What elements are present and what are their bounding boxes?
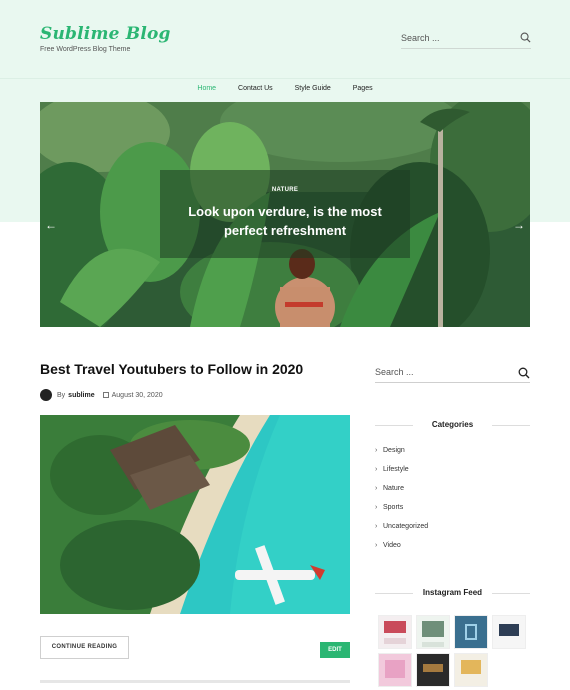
category-label[interactable]: Nature <box>383 485 404 492</box>
site-tagline: Free WordPress Blog Theme <box>40 46 131 53</box>
calendar-icon <box>102 392 109 398</box>
instagram-thumb[interactable] <box>378 615 412 649</box>
slide-title[interactable]: Look upon verdure, is the most perfect r… <box>172 202 398 240</box>
instagram-thumb[interactable] <box>378 653 412 687</box>
category-label[interactable]: Video <box>383 542 401 549</box>
instagram-thumb[interactable] <box>492 615 526 649</box>
featured-slider[interactable]: NATURE Look upon verdure, is the most pe… <box>40 102 530 327</box>
instagram-thumb[interactable] <box>416 615 450 649</box>
header-search <box>401 28 531 49</box>
nav-item-pages[interactable]: Pages <box>353 85 373 92</box>
category-item[interactable]: › Uncategorized <box>375 522 428 541</box>
chevron-right-icon: › <box>375 447 378 454</box>
post-divider <box>40 680 350 683</box>
category-label[interactable]: Uncategorized <box>383 523 428 530</box>
post-title[interactable]: Best Travel Youtubers to Follow in 2020 <box>40 361 340 377</box>
category-item[interactable]: › Lifestyle <box>375 465 428 484</box>
nav-item-style-guide[interactable]: Style Guide <box>295 85 331 92</box>
post-author[interactable]: sublime <box>68 392 94 399</box>
post-featured-image[interactable] <box>40 415 350 614</box>
site-title[interactable]: Sublime Blog <box>40 24 171 44</box>
category-item[interactable]: › Video <box>375 541 428 560</box>
instagram-thumb[interactable] <box>416 653 450 687</box>
nav-divider <box>0 78 570 79</box>
instagram-thumb[interactable] <box>454 653 488 687</box>
chevron-right-icon: › <box>375 523 378 530</box>
nav-item-contact-us[interactable]: Contact Us <box>238 85 273 92</box>
chevron-right-icon: › <box>375 466 378 473</box>
post-by-label: By <box>57 391 66 399</box>
post-meta: By sublime August 30, 2020 <box>40 389 163 401</box>
category-item[interactable]: › Sports <box>375 503 428 522</box>
edit-button[interactable]: EDIT <box>320 642 350 658</box>
instagram-thumb[interactable] <box>454 615 488 649</box>
chevron-right-icon: › <box>375 542 378 549</box>
search-icon[interactable] <box>518 367 530 379</box>
beach-image <box>40 415 350 614</box>
header-search-input[interactable] <box>401 30 511 43</box>
site-header: Sublime Blog Free WordPress Blog Theme <box>0 0 570 78</box>
chevron-right-icon: › <box>375 485 378 492</box>
post-date[interactable]: August 30, 2020 <box>112 392 163 399</box>
category-label[interactable]: Sports <box>383 504 403 511</box>
slide-caption: NATURE Look upon verdure, is the most pe… <box>160 170 410 258</box>
sidebar-search-input[interactable] <box>375 363 505 377</box>
main-navigation: Home Contact Us Style Guide Pages <box>0 85 570 92</box>
slide-category[interactable]: NATURE <box>160 187 410 193</box>
categories-title: Categories <box>375 420 530 429</box>
search-icon[interactable] <box>520 32 531 43</box>
nav-item-home[interactable]: Home <box>197 85 216 92</box>
category-label[interactable]: Design <box>383 447 405 454</box>
avatar <box>40 389 52 401</box>
category-item[interactable]: › Design <box>375 446 428 465</box>
category-item[interactable]: › Nature <box>375 484 428 503</box>
arrow-left-icon[interactable]: ← <box>44 218 58 232</box>
continue-reading-button[interactable]: CONTINUE READING <box>40 636 129 659</box>
chevron-right-icon: › <box>375 504 378 511</box>
category-list: › Design › Lifestyle › Nature › Sports › Unca… <box>375 446 428 560</box>
category-label[interactable]: Lifestyle <box>383 466 409 473</box>
arrow-right-icon[interactable]: → <box>512 218 526 232</box>
instagram-title: Instagram Feed <box>375 588 530 597</box>
sidebar-search <box>375 362 530 383</box>
